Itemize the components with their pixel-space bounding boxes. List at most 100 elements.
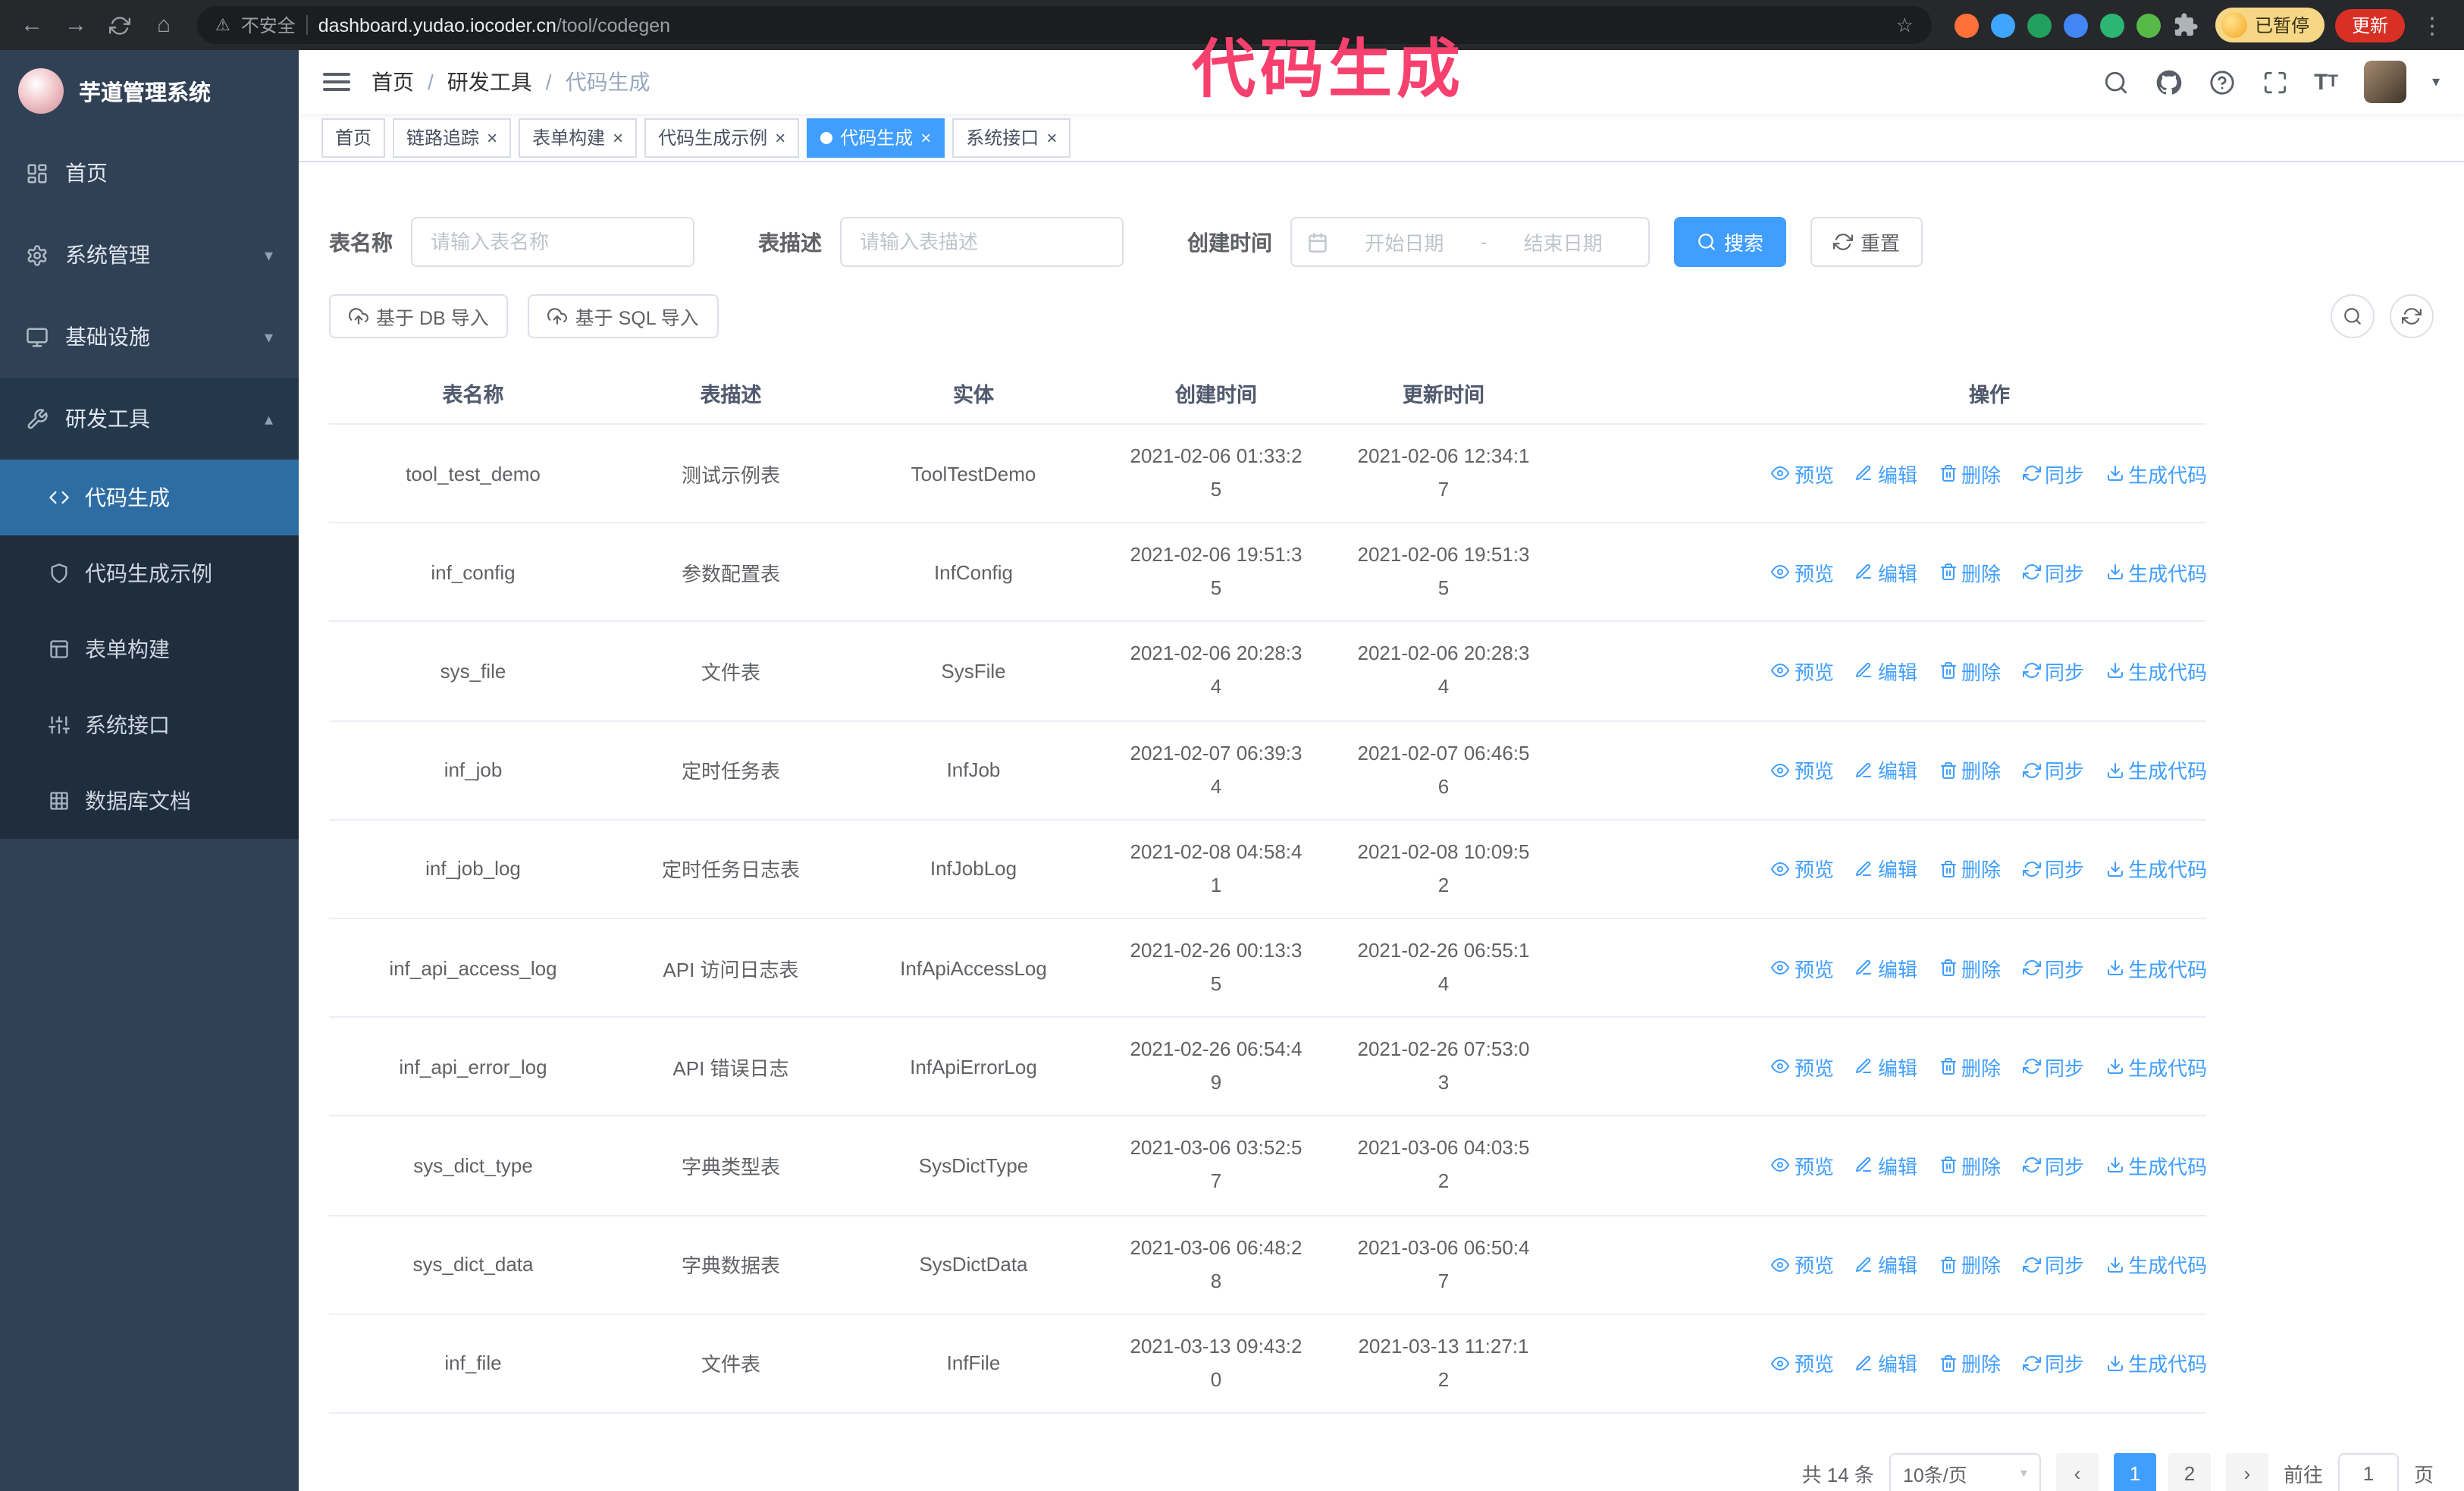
- browser-reload-icon[interactable]: [103, 8, 136, 42]
- sidebar-subitem-db-doc[interactable]: 数据库文档: [0, 763, 299, 839]
- edit-link[interactable]: 编辑: [1855, 1349, 1917, 1378]
- security-label[interactable]: 不安全: [241, 12, 296, 38]
- edit-link[interactable]: 编辑: [1855, 755, 1917, 784]
- delete-link[interactable]: 删除: [1939, 755, 2001, 784]
- edit-link[interactable]: 编辑: [1855, 1250, 1917, 1279]
- sidebar-item-home[interactable]: 首页: [0, 132, 299, 214]
- delete-link[interactable]: 删除: [1939, 558, 2001, 587]
- generate-link[interactable]: 生成代码: [2105, 459, 2207, 488]
- delete-link[interactable]: 删除: [1939, 1151, 2001, 1180]
- sidebar-toggle-icon[interactable]: [323, 73, 350, 91]
- generate-link[interactable]: 生成代码: [2105, 953, 2207, 982]
- delete-link[interactable]: 删除: [1939, 1349, 2001, 1378]
- puzzle-extension-icon[interactable]: [2173, 12, 2199, 38]
- search-icon[interactable]: [2102, 68, 2129, 96]
- next-page-button[interactable]: ›: [2225, 1452, 2268, 1491]
- leaf-extension-icon[interactable]: [2136, 13, 2161, 37]
- sync-link[interactable]: 同步: [2022, 558, 2084, 587]
- preview-link[interactable]: 预览: [1772, 755, 1834, 784]
- font-size-icon[interactable]: TT: [2314, 68, 2338, 96]
- preview-link[interactable]: 预览: [1772, 953, 1834, 982]
- bookmark-star-icon[interactable]: ☆: [1896, 13, 1914, 37]
- delete-link[interactable]: 删除: [1939, 459, 2001, 488]
- tab-tracing[interactable]: 链路追踪 ×: [393, 118, 512, 157]
- profile-paused-badge[interactable]: 已暂停: [2215, 8, 2324, 42]
- table-name-input[interactable]: [411, 217, 694, 267]
- sync-link[interactable]: 同步: [2022, 1151, 2084, 1180]
- sidebar-subitem-api[interactable]: 系统接口: [0, 687, 299, 763]
- date-start-placeholder[interactable]: 开始日期: [1334, 228, 1475, 256]
- sidebar-item-devtools[interactable]: 研发工具 ▴: [0, 378, 299, 460]
- edit-link[interactable]: 编辑: [1855, 459, 1917, 488]
- tab-codegen-demo[interactable]: 代码生成示例 ×: [644, 118, 800, 157]
- preview-link[interactable]: 预览: [1772, 657, 1834, 686]
- generate-link[interactable]: 生成代码: [2105, 1052, 2207, 1081]
- sync-link[interactable]: 同步: [2022, 1250, 2084, 1279]
- people-extension-icon[interactable]: [2063, 13, 2088, 37]
- close-icon[interactable]: ×: [920, 128, 931, 146]
- breadcrumb-item[interactable]: 研发工具: [447, 67, 532, 97]
- sync-link[interactable]: 同步: [2022, 953, 2084, 982]
- delete-link[interactable]: 删除: [1939, 1052, 2001, 1081]
- prev-page-button[interactable]: ‹: [2055, 1452, 2099, 1491]
- browser-back-icon[interactable]: ←: [15, 8, 49, 42]
- edit-link[interactable]: 编辑: [1855, 1151, 1917, 1180]
- sync-link[interactable]: 同步: [2022, 755, 2084, 784]
- breadcrumb-item[interactable]: 首页: [371, 67, 414, 97]
- reset-button[interactable]: 重置: [1810, 217, 1923, 267]
- browser-menu-icon[interactable]: ⋮: [2415, 8, 2449, 42]
- table-desc-input[interactable]: [840, 217, 1124, 267]
- drop-extension-icon[interactable]: [1990, 13, 2015, 37]
- page-size-select[interactable]: 10条/页 ▾: [1889, 1452, 2041, 1491]
- user-avatar[interactable]: [2363, 61, 2406, 103]
- sync-link[interactable]: 同步: [2022, 1052, 2084, 1081]
- edit-link[interactable]: 编辑: [1855, 558, 1917, 587]
- sidebar-subitem-codegen[interactable]: 代码生成: [0, 460, 299, 535]
- generate-link[interactable]: 生成代码: [2105, 1151, 2207, 1180]
- close-icon[interactable]: ×: [775, 128, 785, 146]
- search-button[interactable]: 搜索: [1674, 217, 1787, 267]
- stripes-extension-icon[interactable]: [2099, 13, 2124, 37]
- preview-link[interactable]: 预览: [1772, 855, 1834, 884]
- sidebar-item-infra[interactable]: 基础设施 ▾: [0, 296, 299, 378]
- browser-home-icon[interactable]: ⌂: [147, 8, 180, 42]
- page-button-2[interactable]: 2: [2168, 1452, 2211, 1491]
- edit-link[interactable]: 编辑: [1855, 855, 1917, 884]
- generate-link[interactable]: 生成代码: [2105, 1349, 2207, 1378]
- generate-link[interactable]: 生成代码: [2105, 657, 2207, 686]
- refresh-table-button[interactable]: [2390, 294, 2434, 338]
- page-button-1[interactable]: 1: [2113, 1452, 2156, 1491]
- sync-link[interactable]: 同步: [2022, 1349, 2084, 1378]
- browser-update-button[interactable]: 更新: [2334, 8, 2405, 42]
- tab-codegen[interactable]: 代码生成 ×: [807, 118, 945, 157]
- sidebar-subitem-form-builder[interactable]: 表单构建: [0, 611, 299, 687]
- preview-link[interactable]: 预览: [1772, 1151, 1834, 1180]
- delete-link[interactable]: 删除: [1939, 855, 2001, 884]
- close-icon[interactable]: ×: [613, 128, 623, 146]
- generate-link[interactable]: 生成代码: [2105, 755, 2207, 784]
- fox-extension-icon[interactable]: [1954, 13, 1979, 37]
- toggle-search-button[interactable]: [2331, 294, 2375, 338]
- preview-link[interactable]: 预览: [1772, 1349, 1834, 1378]
- sync-link[interactable]: 同步: [2022, 657, 2084, 686]
- goto-page-input[interactable]: [2337, 1452, 2399, 1491]
- check-extension-icon[interactable]: [2027, 13, 2052, 37]
- generate-link[interactable]: 生成代码: [2105, 855, 2207, 884]
- edit-link[interactable]: 编辑: [1855, 657, 1917, 686]
- preview-link[interactable]: 预览: [1772, 1052, 1834, 1081]
- import-sql-button[interactable]: 基于 SQL 导入: [528, 294, 719, 338]
- date-range-picker[interactable]: 开始日期 - 结束日期: [1290, 217, 1650, 267]
- delete-link[interactable]: 删除: [1939, 657, 2001, 686]
- generate-link[interactable]: 生成代码: [2105, 558, 2207, 587]
- close-icon[interactable]: ×: [487, 128, 497, 146]
- tab-form-builder[interactable]: 表单构建 ×: [519, 118, 638, 157]
- date-end-placeholder[interactable]: 结束日期: [1493, 228, 1633, 256]
- generate-link[interactable]: 生成代码: [2105, 1250, 2207, 1279]
- delete-link[interactable]: 删除: [1939, 1250, 2001, 1279]
- preview-link[interactable]: 预览: [1772, 459, 1834, 488]
- tab-home[interactable]: 首页: [321, 118, 386, 157]
- sidebar-subitem-codegen-demo[interactable]: 代码生成示例: [0, 535, 299, 611]
- delete-link[interactable]: 删除: [1939, 953, 2001, 982]
- github-icon[interactable]: [2155, 68, 2182, 96]
- sidebar-item-system[interactable]: 系统管理 ▾: [0, 214, 299, 296]
